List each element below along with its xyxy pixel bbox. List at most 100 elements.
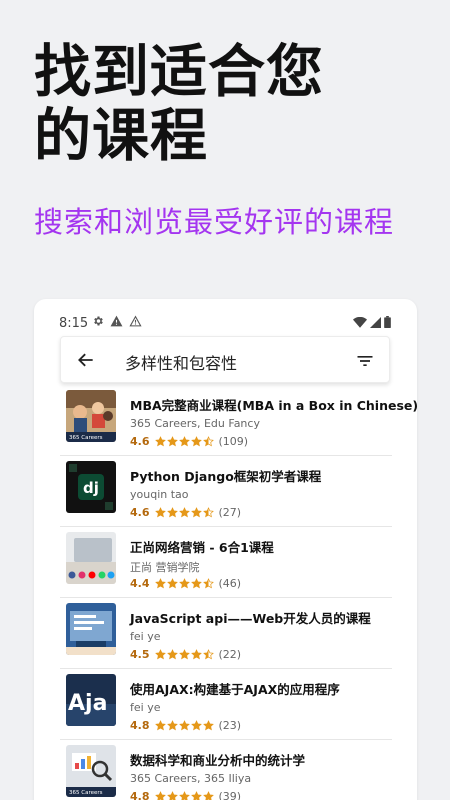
svg-text:365 Careers: 365 Careers bbox=[69, 435, 103, 441]
course-row[interactable]: 365 Careers MBA完整商业课程(MBA in a Box in Chi… bbox=[60, 385, 417, 456]
star-icon bbox=[202, 791, 214, 800]
promo-subheadline: 搜索和浏览最受好评的课程 bbox=[34, 205, 395, 239]
course-author: 正尚 营销学院 bbox=[130, 561, 200, 574]
wifi-icon bbox=[353, 316, 367, 328]
star-icon bbox=[190, 436, 202, 447]
star-icon bbox=[202, 649, 214, 660]
warning-outline-icon bbox=[129, 315, 142, 327]
rating-stars bbox=[154, 436, 214, 447]
rating-row: 4.4 (46) bbox=[130, 577, 241, 590]
course-author: youqin tao bbox=[130, 488, 189, 501]
filter-icon[interactable] bbox=[355, 351, 375, 371]
star-icon bbox=[202, 578, 214, 589]
course-thumbnail[interactable]: 365 Careers bbox=[66, 745, 116, 797]
course-row[interactable]: 365 Careers 数据科学和商业分析中的统计学 365 Careers, 36… bbox=[60, 740, 392, 800]
star-icon bbox=[166, 578, 178, 589]
course-author: 365 Careers, 365 Iliya bbox=[130, 772, 252, 785]
status-left-icons bbox=[92, 315, 142, 327]
course-thumbnail[interactable]: 365 Careers bbox=[66, 390, 116, 442]
rating-row: 4.8 (23) bbox=[130, 719, 241, 732]
status-time: 8:15 bbox=[59, 316, 89, 331]
status-right-icons bbox=[353, 316, 391, 328]
course-author: fei ye bbox=[130, 630, 161, 643]
review-count: (27) bbox=[218, 506, 242, 519]
rating-value: 4.6 bbox=[130, 435, 150, 448]
headline-line-2: 的课程 bbox=[34, 103, 208, 169]
rating-row: 4.6 (109) bbox=[130, 435, 248, 448]
rating-row: 4.6 (27) bbox=[130, 506, 241, 519]
svg-text:365 Careers: 365 Careers bbox=[69, 790, 103, 796]
star-icon bbox=[190, 720, 202, 731]
svg-text:dj: dj bbox=[83, 479, 99, 497]
rating-value: 4.4 bbox=[130, 577, 150, 590]
course-author: fei ye bbox=[130, 701, 161, 714]
star-icon bbox=[190, 649, 202, 660]
star-icon bbox=[202, 507, 214, 518]
star-icon bbox=[190, 578, 202, 589]
star-icon bbox=[154, 507, 166, 518]
rating-value: 4.8 bbox=[130, 719, 150, 732]
star-icon bbox=[202, 436, 214, 447]
promo-headline: 找到适合您 的课程 bbox=[34, 40, 424, 168]
search-query[interactable]: 多样性和包容性 bbox=[125, 350, 237, 374]
star-icon bbox=[166, 436, 178, 447]
rating-stars bbox=[154, 791, 214, 800]
star-icon bbox=[154, 436, 166, 447]
star-icon bbox=[178, 649, 190, 660]
rating-stars bbox=[154, 720, 214, 731]
star-icon bbox=[202, 720, 214, 731]
battery-icon bbox=[384, 316, 391, 328]
course-row[interactable]: JavaScript api——Web开发人员的课程 fei ye 4.5 (22) bbox=[60, 598, 392, 669]
signal-icon bbox=[370, 316, 381, 328]
phone-screen: 8:15 多样性和包容性 365 Careers MBA完整商业课程(MBA in… bbox=[34, 299, 417, 800]
star-icon bbox=[178, 507, 190, 518]
star-icon bbox=[166, 507, 178, 518]
rating-value: 4.5 bbox=[130, 648, 150, 661]
star-icon bbox=[178, 791, 190, 800]
course-title[interactable]: Python Django框架初学者课程 bbox=[130, 466, 321, 485]
course-row[interactable]: 正尚网络营销 - 6合1课程正尚 营销学院 4.4 (46) bbox=[60, 527, 392, 598]
rating-stars bbox=[154, 578, 214, 589]
star-icon bbox=[178, 578, 190, 589]
course-thumbnail[interactable] bbox=[66, 532, 116, 584]
star-icon bbox=[166, 791, 178, 800]
star-icon bbox=[190, 791, 202, 800]
course-title[interactable]: MBA完整商业课程(MBA in a Box in Chinese) bbox=[130, 395, 417, 414]
rating-stars bbox=[154, 649, 214, 660]
arrow-left-icon[interactable] bbox=[76, 350, 96, 370]
search-bar[interactable]: 多样性和包容性 bbox=[60, 336, 390, 383]
rating-stars bbox=[154, 507, 214, 518]
rating-value: 4.6 bbox=[130, 506, 150, 519]
star-icon bbox=[154, 791, 166, 800]
review-count: (23) bbox=[218, 719, 242, 732]
rating-value: 4.8 bbox=[130, 790, 150, 800]
course-thumbnail[interactable] bbox=[66, 603, 116, 655]
gear-icon bbox=[94, 316, 103, 326]
course-row[interactable]: dj Python Django框架初学者课程 youqin tao 4.6 (27) bbox=[60, 456, 392, 527]
rating-row: 4.5 (22) bbox=[130, 648, 241, 661]
star-icon bbox=[190, 507, 202, 518]
star-icon bbox=[166, 720, 178, 731]
svg-text:Aja: Aja bbox=[68, 691, 107, 716]
rating-row: 4.8 (39) bbox=[130, 790, 241, 800]
course-thumbnail[interactable]: Aja bbox=[66, 674, 116, 726]
course-thumbnail[interactable]: dj bbox=[66, 461, 116, 513]
star-icon bbox=[154, 720, 166, 731]
review-count: (39) bbox=[218, 790, 242, 800]
course-author: 365 Careers, Edu Fancy bbox=[130, 417, 260, 430]
course-list: 365 Careers MBA完整商业课程(MBA in a Box in Chi… bbox=[60, 385, 417, 800]
review-count: (22) bbox=[218, 648, 242, 661]
course-title[interactable]: JavaScript api——Web开发人员的课程 bbox=[130, 608, 371, 627]
review-count: (46) bbox=[218, 577, 242, 590]
course-title[interactable]: 正尚网络营销 - 6合1课程 bbox=[130, 537, 274, 556]
star-icon bbox=[154, 578, 166, 589]
star-icon bbox=[178, 720, 190, 731]
star-icon bbox=[154, 649, 166, 660]
course-title[interactable]: 数据科学和商业分析中的统计学 bbox=[130, 750, 305, 769]
headline-line-1: 找到适合您 bbox=[34, 39, 324, 105]
star-icon bbox=[166, 649, 178, 660]
course-row[interactable]: Aja 使用AJAX:构建基于AJAX的应用程序 fei ye 4.8 (23) bbox=[60, 669, 392, 740]
review-count: (109) bbox=[218, 435, 249, 448]
course-title[interactable]: 使用AJAX:构建基于AJAX的应用程序 bbox=[130, 679, 340, 698]
star-icon bbox=[178, 436, 190, 447]
